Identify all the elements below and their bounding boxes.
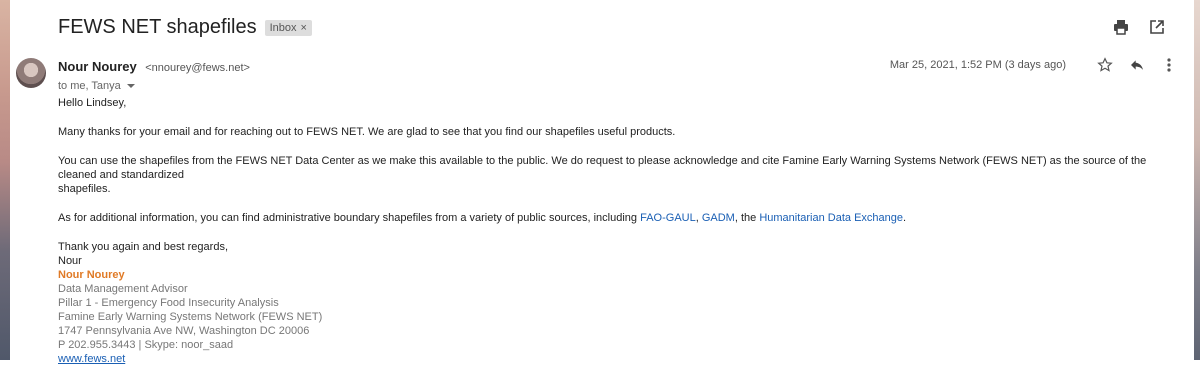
paragraph-usage-line1: You can use the shapefiles from the FEWS… (58, 155, 1147, 181)
subject-row: FEWS NET shapefiles Inbox × (58, 16, 312, 39)
paragraph-sources: As for additional information, you can f… (58, 211, 1178, 225)
email-subject: FEWS NET shapefiles (58, 16, 257, 38)
paragraph-usage: You can use the shapefiles from the FEWS… (58, 154, 1178, 196)
message-date: Mar 25, 2021, 1:52 PM (3 days ago) (889, 59, 1066, 71)
greeting: Hello Lindsey, (58, 97, 127, 109)
chevron-down-icon (126, 84, 135, 88)
sentence-end: . (903, 212, 907, 224)
avatar (16, 58, 46, 88)
link-humanitarian-data-exchange[interactable]: Humanitarian Data Exchange (759, 212, 903, 224)
reply-icon[interactable] (1128, 56, 1146, 74)
inbox-label-text: Inbox (269, 21, 297, 34)
thread-actions (1112, 18, 1166, 36)
paragraph-usage-line2: shapefiles. (58, 183, 111, 195)
signature-phone: P 202.955.3443 | Skype: noor_saad (58, 339, 234, 351)
star-icon[interactable] (1096, 56, 1114, 74)
separator-1: , (695, 212, 699, 224)
recipients-toggle[interactable]: to me, Tanya (58, 80, 250, 92)
printer-icon[interactable] (1112, 18, 1130, 36)
signature-org: Famine Early Warning Systems Network (FE… (58, 311, 323, 323)
link-fao-gaul[interactable]: FAO-GAUL (640, 212, 696, 224)
link-gadm[interactable]: GADM (702, 212, 735, 224)
sources-text: As for additional information, you can f… (58, 212, 638, 224)
email-body: Hello Lindsey, Many thanks for your emai… (58, 96, 1178, 366)
open-in-new-window-icon[interactable] (1148, 18, 1166, 36)
signature-address: 1747 Pennsylvania Ave NW, Washington DC … (58, 325, 310, 337)
inbox-label-chip[interactable]: Inbox × (264, 19, 312, 36)
more-vertical-icon[interactable] (1160, 56, 1178, 74)
closing-name: Nour (58, 255, 82, 267)
signature-website-link[interactable]: www.fews.net (58, 353, 125, 365)
sender-block: Nour Nourey <nnourey@fews.net> to me, Ta… (58, 58, 250, 92)
separator-2: , the (734, 212, 757, 224)
sender-email: <nnourey@fews.net> (145, 62, 250, 74)
background-edge-left (0, 0, 10, 360)
background-edge-right (1194, 0, 1200, 360)
recipients-text: to me, Tanya (58, 80, 121, 92)
closing-line: Thank you again and best regards, (58, 241, 229, 253)
sender-name: Nour Nourey (58, 59, 137, 74)
paragraph-thanks: Many thanks for your email and for reach… (58, 126, 676, 138)
remove-label-button[interactable]: × (301, 22, 307, 34)
signature-title: Data Management Advisor (58, 283, 188, 295)
signature-name: Nour Nourey (58, 269, 125, 281)
signature-pillar: Pillar 1 - Emergency Food Insecurity Ana… (58, 297, 279, 309)
message-meta: Mar 25, 2021, 1:52 PM (3 days ago) (890, 56, 1178, 74)
